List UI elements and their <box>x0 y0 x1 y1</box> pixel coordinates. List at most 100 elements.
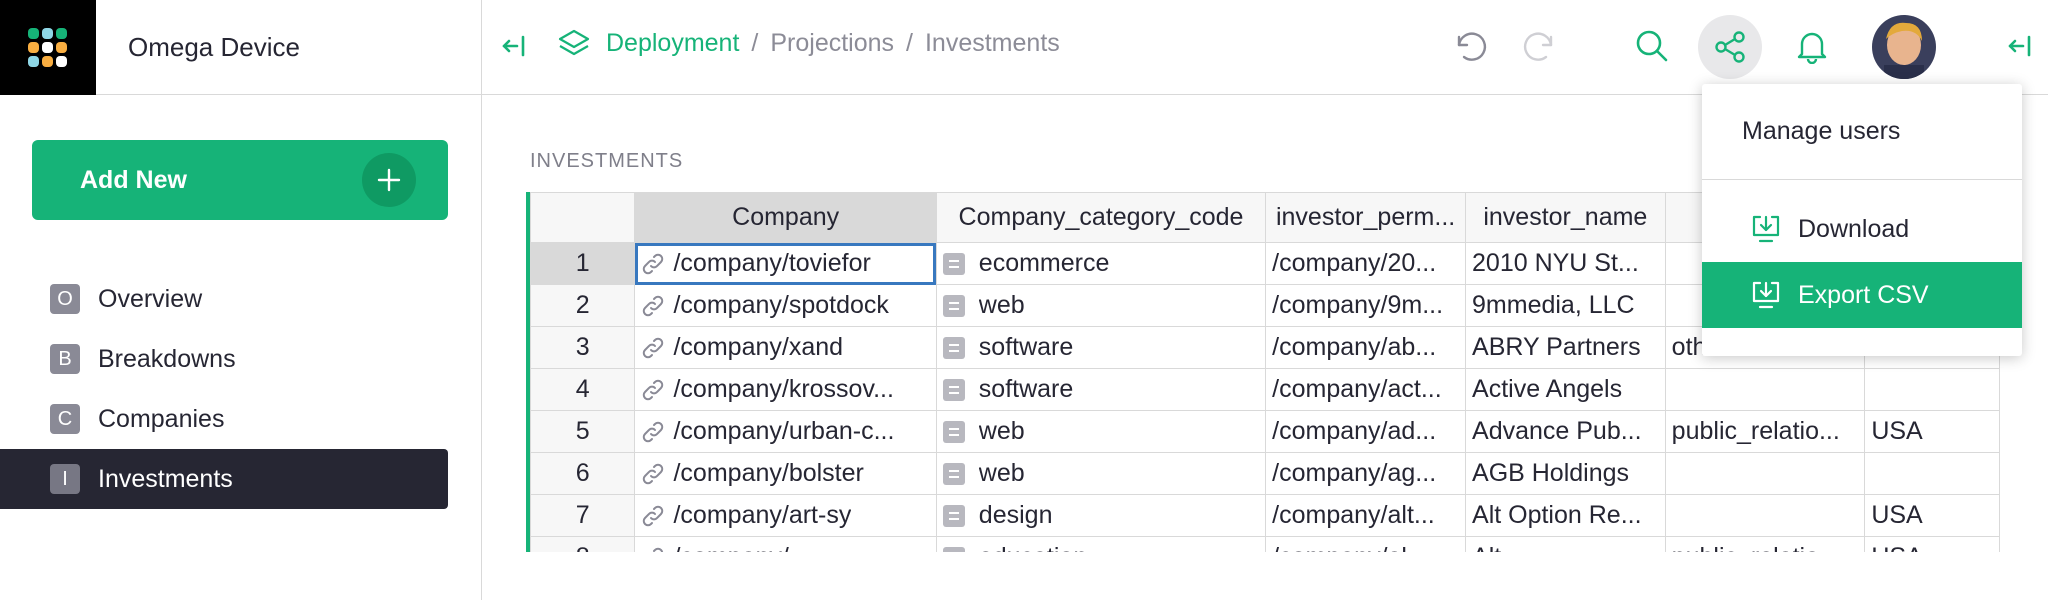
investor-permalink-cell[interactable]: /company/act... <box>1265 368 1467 411</box>
row-number[interactable]: 3 <box>530 326 636 369</box>
breadcrumb-document[interactable]: Projections <box>770 29 894 58</box>
user-avatar[interactable] <box>1872 15 1936 79</box>
link-icon[interactable] <box>641 420 665 444</box>
country-cell[interactable] <box>1864 368 2000 411</box>
company-cell[interactable]: /company/bolster <box>634 452 937 495</box>
category-value: design <box>978 501 1053 529</box>
category-cell[interactable]: design <box>935 494 1267 537</box>
column-header-category[interactable]: Company_category_code <box>935 192 1267 243</box>
manage-users-menu-item[interactable]: Manage users <box>1702 98 2022 164</box>
share-menu: Manage users Download Export CSV <box>1702 84 2022 356</box>
page-badge: B <box>50 344 80 374</box>
notifications-bell-icon[interactable] <box>1792 26 1832 66</box>
document-name[interactable]: Omega Device <box>128 32 300 63</box>
breadcrumb-separator: / <box>751 28 759 57</box>
investor-name-cell[interactable]: 2010 NYU St... <box>1465 242 1666 285</box>
investor-category-cell[interactable] <box>1664 494 1866 537</box>
download-menu-item[interactable]: Download <box>1702 196 2022 262</box>
company-value: /company/xand <box>673 333 844 361</box>
category-cell[interactable]: education <box>935 536 1267 552</box>
company-cell[interactable]: /company/urban-c... <box>634 410 937 453</box>
choice-icon <box>942 252 965 275</box>
investor-permalink-cell[interactable]: /company/al... <box>1265 536 1467 552</box>
row-number[interactable]: 1 <box>530 242 636 285</box>
company-cell[interactable]: /company/toviefor <box>634 242 937 285</box>
company-cell[interactable]: /company/art-sy <box>634 494 937 537</box>
row-number[interactable]: 5 <box>530 410 636 453</box>
investor-category-cell[interactable]: public_relatio... <box>1664 410 1866 453</box>
link-icon[interactable] <box>641 378 665 402</box>
investor-name-cell[interactable]: Alt... <box>1465 536 1666 552</box>
link-icon[interactable] <box>641 294 665 318</box>
company-cell[interactable]: /company/... <box>634 536 937 552</box>
add-new-label: Add New <box>80 165 187 194</box>
sidebar-item-companies[interactable]: C Companies <box>0 389 448 449</box>
collapse-left-panel-icon[interactable] <box>496 28 532 64</box>
app-logo[interactable] <box>0 0 96 95</box>
category-cell[interactable]: ecommerce <box>935 242 1267 285</box>
category-value: software <box>978 333 1074 361</box>
row-number-header[interactable] <box>530 192 636 243</box>
company-cell[interactable]: /company/krossov... <box>634 368 937 411</box>
category-cell[interactable]: software <box>935 368 1267 411</box>
layers-icon <box>558 28 590 58</box>
column-header-investor-name[interactable]: investor_name <box>1465 192 1666 243</box>
investor-name-cell[interactable]: Active Angels <box>1465 368 1666 411</box>
link-icon[interactable] <box>641 504 665 528</box>
country-cell[interactable]: USA <box>1864 494 2000 537</box>
choice-icon <box>942 294 965 317</box>
investor-permalink-cell[interactable]: /company/alt... <box>1265 494 1467 537</box>
share-button[interactable] <box>1698 15 1762 79</box>
row-number[interactable]: 2 <box>530 284 636 327</box>
sidebar-item-investments[interactable]: I Investments <box>0 449 448 509</box>
investor-permalink-cell[interactable]: /company/9m... <box>1265 284 1467 327</box>
choice-icon <box>942 336 965 359</box>
search-icon[interactable] <box>1632 26 1672 66</box>
row-number[interactable]: 4 <box>530 368 636 411</box>
add-new-button[interactable]: Add New <box>32 140 448 220</box>
company-value: /company/urban-c... <box>673 417 895 445</box>
row-number[interactable]: 7 <box>530 494 636 537</box>
link-icon[interactable] <box>641 336 665 360</box>
row-number[interactable]: 8 <box>530 536 636 552</box>
page-badge: O <box>50 284 80 314</box>
investor-name-cell[interactable]: Advance Pub... <box>1465 410 1666 453</box>
company-value: /company/toviefor <box>673 249 871 277</box>
collapse-right-panel-icon[interactable] <box>2002 28 2038 64</box>
column-header-investor-permalink[interactable]: investor_perm... <box>1265 192 1467 243</box>
column-header-company[interactable]: Company <box>634 192 937 243</box>
share-icon <box>1715 31 1745 63</box>
category-cell[interactable]: web <box>935 410 1267 453</box>
country-cell[interactable]: USA <box>1864 410 2000 453</box>
undo-icon[interactable] <box>1452 28 1492 68</box>
investor-permalink-cell[interactable]: /company/ab... <box>1265 326 1467 369</box>
breadcrumb-workspace[interactable]: Deployment <box>606 29 739 58</box>
investor-name-cell[interactable]: Alt Option Re... <box>1465 494 1666 537</box>
investor-category-cell[interactable]: public_relatio... <box>1664 536 1866 552</box>
choice-icon <box>942 504 965 527</box>
investor-name-cell[interactable]: AGB Holdings <box>1465 452 1666 495</box>
link-icon[interactable] <box>641 462 665 486</box>
sidebar-item-overview[interactable]: O Overview <box>0 269 448 329</box>
sidebar-item-breakdowns[interactable]: B Breakdowns <box>0 329 448 389</box>
category-cell[interactable]: software <box>935 326 1267 369</box>
company-cell[interactable]: /company/spotdock <box>634 284 937 327</box>
investor-name-cell[interactable]: 9mmedia, LLC <box>1465 284 1666 327</box>
investor-permalink-cell[interactable]: /company/ad... <box>1265 410 1467 453</box>
company-cell[interactable]: /company/xand <box>634 326 937 369</box>
export-csv-menu-item[interactable]: Export CSV <box>1702 262 2022 328</box>
category-cell[interactable]: web <box>935 284 1267 327</box>
investor-category-cell[interactable] <box>1664 368 1866 411</box>
country-cell[interactable] <box>1864 452 2000 495</box>
link-icon[interactable] <box>641 546 665 552</box>
investor-name-cell[interactable]: ABRY Partners <box>1465 326 1666 369</box>
link-icon[interactable] <box>641 252 665 276</box>
investor-permalink-cell[interactable]: /company/20... <box>1265 242 1467 285</box>
breadcrumb-page[interactable]: Investments <box>925 29 1060 58</box>
category-cell[interactable]: web <box>935 452 1267 495</box>
investor-permalink-cell[interactable]: /company/ag... <box>1265 452 1467 495</box>
country-cell[interactable]: USA <box>1864 536 2000 552</box>
redo-icon[interactable] <box>1518 28 1558 68</box>
row-number[interactable]: 6 <box>530 452 636 495</box>
investor-category-cell[interactable] <box>1664 452 1866 495</box>
